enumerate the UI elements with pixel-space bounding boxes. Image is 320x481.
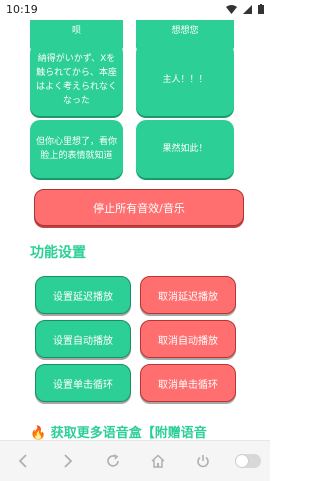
sound-card[interactable]: 但你心里想了，看你脸上的表情就知道 — [30, 120, 123, 178]
toggle-switch[interactable] — [233, 446, 263, 476]
cancel-auto-label: 取消自动播放 — [158, 335, 218, 347]
cancel-auto-button[interactable]: 取消自动播放 — [140, 320, 236, 358]
main-content: 呗 想想您 納得がいかず、Xを触られてから、本座はよく考えられなくなった 主人！… — [0, 20, 270, 440]
cancel-delay-button[interactable]: 取消延迟播放 — [140, 276, 236, 314]
sound-card-label: 想想您 — [171, 25, 199, 36]
stop-all-label: 停止所有音效/音乐 — [93, 201, 185, 215]
toggle-knob — [234, 454, 261, 468]
forward-icon[interactable] — [53, 446, 83, 476]
status-bar: 10:19 — [0, 0, 270, 20]
power-icon[interactable] — [188, 446, 218, 476]
browser-nav-bar — [0, 440, 270, 481]
cancel-loop-button[interactable]: 取消单击循环 — [140, 364, 236, 402]
sound-card[interactable]: 主人！！！ — [136, 43, 234, 116]
back-icon[interactable] — [8, 446, 38, 476]
set-auto-button[interactable]: 设置自动播放 — [35, 320, 131, 358]
refresh-icon[interactable] — [98, 446, 128, 476]
fire-icon: 🔥 — [30, 426, 47, 440]
section-title: 功能设置 — [30, 245, 86, 261]
sound-card-label: 主人！！！ — [162, 74, 208, 85]
sound-card-label: 納得がいかず、Xを触られてから、本座はよく考えられなくなった — [36, 53, 118, 106]
home-icon[interactable] — [143, 446, 173, 476]
status-icons — [226, 4, 264, 14]
sound-card[interactable]: 納得がいかず、Xを触られてから、本座はよく考えられなくなった — [30, 43, 123, 116]
promo-link[interactable]: 🔥 获取更多语音盒【附赠语音 — [30, 422, 207, 440]
set-delay-label: 设置延迟播放 — [53, 291, 113, 303]
cancel-loop-label: 取消单击循环 — [158, 379, 218, 391]
set-auto-label: 设置自动播放 — [53, 335, 113, 347]
set-loop-label: 设置单击循环 — [53, 379, 113, 391]
sound-card-label: 呗 — [71, 25, 81, 36]
stop-all-button[interactable]: 停止所有音效/音乐 — [34, 189, 244, 226]
set-delay-button[interactable]: 设置延迟播放 — [35, 276, 131, 314]
status-time: 10:19 — [6, 3, 38, 16]
sound-card-label: 果然如此！ — [162, 144, 208, 154]
set-loop-button[interactable]: 设置单击循环 — [35, 364, 131, 402]
promo-text: 获取更多语音盒【附赠语音 — [50, 426, 207, 440]
battery-icon — [258, 4, 264, 14]
wifi-icon — [226, 4, 237, 14]
sound-card[interactable]: 果然如此！ — [136, 120, 234, 178]
cancel-delay-label: 取消延迟播放 — [158, 291, 218, 303]
signal-icon — [243, 4, 252, 14]
sound-card-label: 但你心里想了，看你脸上的表情就知道 — [36, 137, 118, 161]
